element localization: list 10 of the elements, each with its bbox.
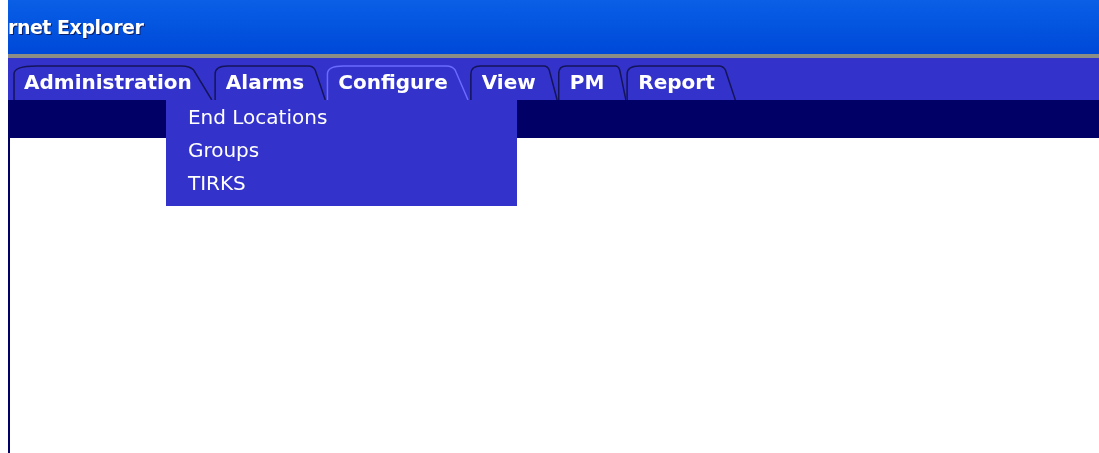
tab[interactable]: PM: [557, 64, 627, 100]
tab[interactable]: Alarms: [213, 64, 327, 100]
menu-item[interactable]: End Locations: [187, 105, 328, 130]
tab[interactable]: View: [469, 64, 558, 100]
tab[interactable]: Administration: [12, 64, 214, 100]
tab[interactable]: Configure: [326, 64, 470, 100]
menu-item[interactable]: TIRKS: [187, 171, 246, 196]
window-title: rnet Explorer: [8, 14, 144, 40]
menu-item[interactable]: Groups: [187, 138, 260, 163]
tab[interactable]: Report: [626, 64, 737, 100]
